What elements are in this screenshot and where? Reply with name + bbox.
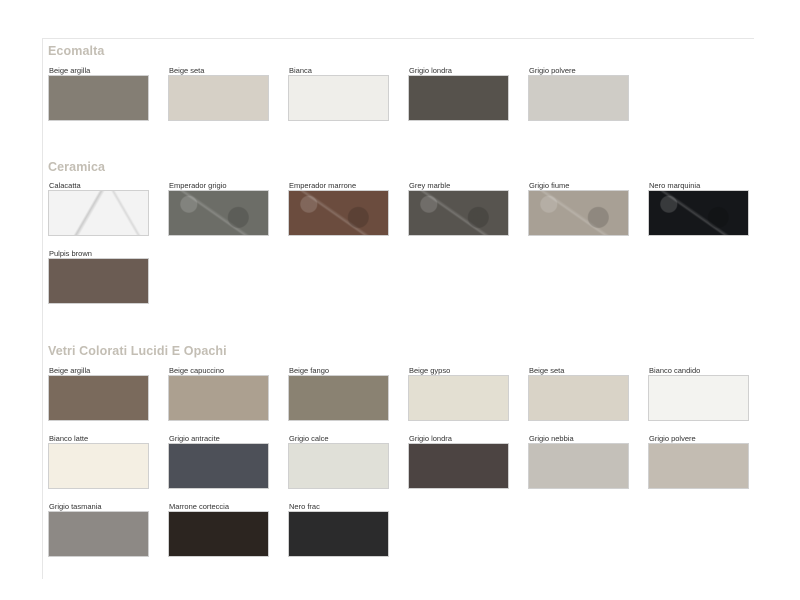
swatch-label: Bianco latte [49,434,89,443]
color-swatch[interactable] [48,375,149,421]
color-swatch[interactable] [288,511,389,557]
swatch-item[interactable]: Grigio tasmania [48,502,168,570]
swatch-label: Bianca [289,66,312,75]
color-swatch[interactable] [168,443,269,489]
swatch-label: Pulpis brown [49,249,92,258]
swatch-item[interactable]: Beige gypso [408,366,528,434]
swatch-label: Marrone corteccia [169,502,230,511]
swatch-item[interactable]: Beige argilla [48,66,168,134]
swatch-item[interactable]: Calacatta [48,181,168,249]
swatch-label: Beige argilla [49,66,91,75]
color-swatch[interactable] [648,443,749,489]
color-swatch[interactable] [48,190,149,236]
swatch-label: Emperador grigio [169,181,227,190]
color-swatch[interactable] [528,375,629,421]
swatch-item[interactable]: Beige seta [528,366,648,434]
color-swatch[interactable] [408,190,509,236]
swatch-label: Grigio tasmania [49,502,102,511]
section-title: Ceramica [48,160,106,174]
swatch-item[interactable]: Beige argilla [48,366,168,434]
color-swatch[interactable] [528,190,629,236]
swatch-label: Nero marquinia [649,181,701,190]
swatch-item[interactable]: Beige seta [168,66,288,134]
color-swatch[interactable] [528,75,629,121]
swatch-label: Grigio calce [289,434,329,443]
swatch-label: Grigio fiume [529,181,570,190]
swatch-label: Grigio londra [409,66,452,75]
swatch-label: Grey marble [409,181,451,190]
swatch-item[interactable]: Grigio londra [408,434,528,502]
color-swatch[interactable] [288,375,389,421]
color-swatch[interactable] [408,75,509,121]
swatch-item[interactable]: Nero marquinia [648,181,768,249]
swatch-label: Bianco candido [649,366,701,375]
color-swatch[interactable] [648,375,749,421]
color-swatch[interactable] [48,511,149,557]
color-swatch[interactable] [528,443,629,489]
swatch-item[interactable]: Grigio polvere [648,434,768,502]
swatch-label: Beige fango [289,366,330,375]
swatch-label: Beige seta [169,66,205,75]
swatch-item[interactable]: Marrone corteccia [168,502,288,570]
color-swatch[interactable] [288,443,389,489]
swatch-label: Beige argilla [49,366,91,375]
swatch-item[interactable]: Emperador marrone [288,181,408,249]
color-swatch[interactable] [288,75,389,121]
swatch-item[interactable]: Nero frac [288,502,408,570]
color-swatch[interactable] [48,258,149,304]
color-swatch[interactable] [408,375,509,421]
swatch-label: Grigio londra [409,434,452,443]
color-swatch[interactable] [168,511,269,557]
swatch-item[interactable]: Emperador grigio [168,181,288,249]
swatch-item[interactable]: Bianco latte [48,434,168,502]
swatch-item[interactable]: Grigio calce [288,434,408,502]
swatch-item[interactable]: Beige capuccino [168,366,288,434]
swatch-item[interactable]: Grigio antracite [168,434,288,502]
swatch-item[interactable]: Grey marble [408,181,528,249]
swatch-item[interactable]: Beige fango [288,366,408,434]
color-swatch[interactable] [168,190,269,236]
color-swatch[interactable] [168,375,269,421]
color-swatch[interactable] [288,190,389,236]
swatch-label: Beige seta [529,366,565,375]
swatch-label: Grigio polvere [529,66,576,75]
color-swatch[interactable] [408,443,509,489]
section-title: Vetri Colorati Lucidi E Opachi [48,344,227,358]
swatch-label: Beige gypso [409,366,451,375]
swatch-item[interactable]: Pulpis brown [48,249,168,317]
swatch-item[interactable]: Grigio fiume [528,181,648,249]
swatch-label: Beige capuccino [169,366,225,375]
section-title: Ecomalta [48,44,105,58]
swatch-item[interactable]: Grigio nebbia [528,434,648,502]
swatch-label: Emperador marrone [289,181,357,190]
swatch-label: Calacatta [49,181,81,190]
swatch-item[interactable]: Grigio polvere [528,66,648,134]
swatch-label: Nero frac [289,502,320,511]
color-swatch[interactable] [48,443,149,489]
color-swatch[interactable] [168,75,269,121]
swatch-label: Grigio polvere [649,434,696,443]
color-swatch[interactable] [48,75,149,121]
swatch-label: Grigio antracite [169,434,220,443]
color-swatch[interactable] [648,190,749,236]
swatch-item[interactable]: Grigio londra [408,66,528,134]
swatch-label: Grigio nebbia [529,434,574,443]
swatch-item[interactable]: Bianco candido [648,366,768,434]
swatch-item[interactable]: Bianca [288,66,408,134]
